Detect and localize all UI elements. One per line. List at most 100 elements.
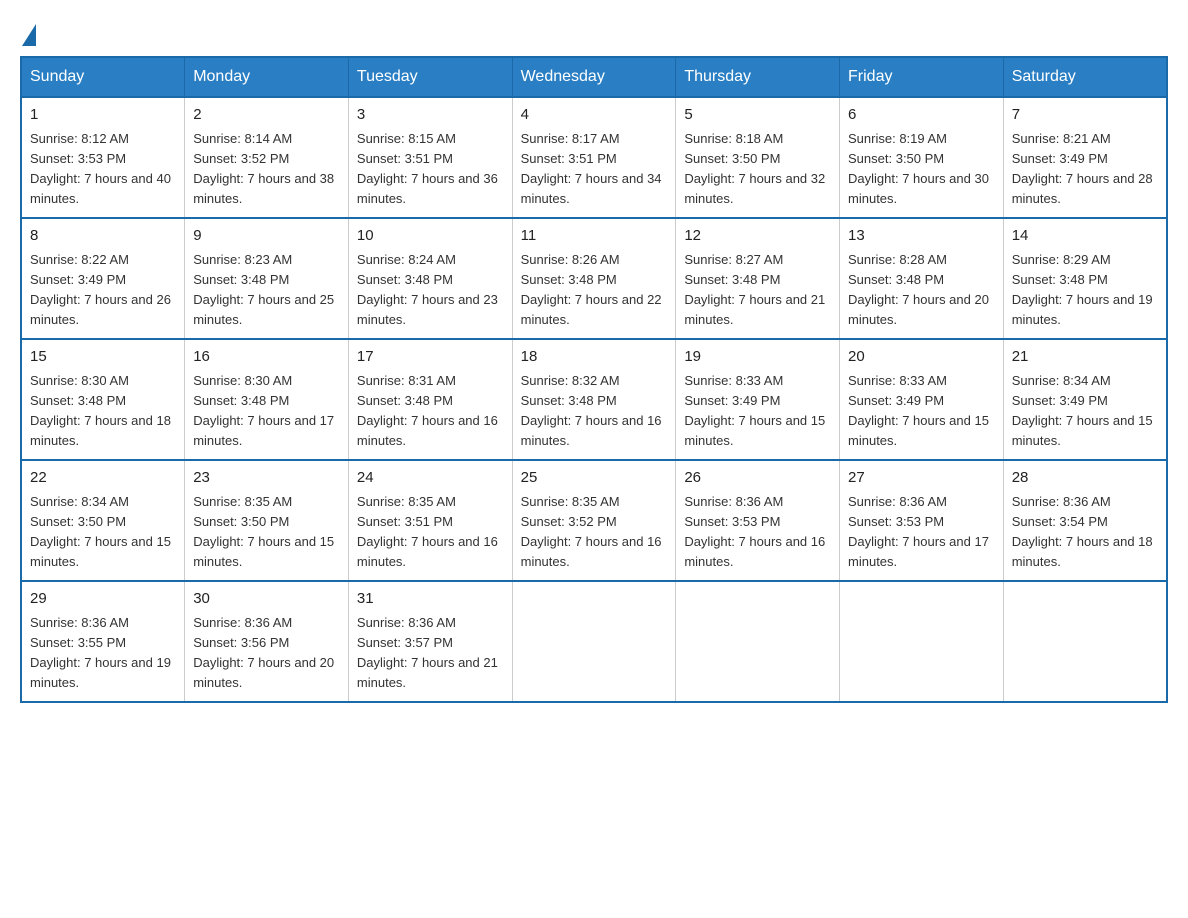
- calendar-day-cell: 14 Sunrise: 8:29 AMSunset: 3:48 PMDayligh…: [1003, 218, 1167, 339]
- day-info: Sunrise: 8:18 AMSunset: 3:50 PMDaylight:…: [684, 131, 825, 206]
- day-info: Sunrise: 8:34 AMSunset: 3:49 PMDaylight:…: [1012, 373, 1153, 448]
- weekday-header-saturday: Saturday: [1003, 57, 1167, 97]
- calendar-day-cell: 1 Sunrise: 8:12 AMSunset: 3:53 PMDaylight…: [21, 97, 185, 218]
- day-info: Sunrise: 8:31 AMSunset: 3:48 PMDaylight:…: [357, 373, 498, 448]
- day-number: 17: [357, 346, 504, 369]
- day-number: 9: [193, 225, 340, 248]
- calendar-day-cell: 10 Sunrise: 8:24 AMSunset: 3:48 PMDayligh…: [348, 218, 512, 339]
- calendar-day-cell: 18 Sunrise: 8:32 AMSunset: 3:48 PMDayligh…: [512, 339, 676, 460]
- day-number: 18: [521, 346, 668, 369]
- page-header: [20, 20, 1168, 46]
- day-info: Sunrise: 8:15 AMSunset: 3:51 PMDaylight:…: [357, 131, 498, 206]
- day-number: 14: [1012, 225, 1158, 248]
- calendar-day-cell: 20 Sunrise: 8:33 AMSunset: 3:49 PMDayligh…: [840, 339, 1004, 460]
- day-number: 24: [357, 467, 504, 490]
- day-number: 16: [193, 346, 340, 369]
- day-number: 3: [357, 104, 504, 127]
- calendar-day-cell: 9Sunrise: 8:23 AMSunset: 3:48 PMDaylight…: [185, 218, 349, 339]
- calendar-day-cell: 5 Sunrise: 8:18 AMSunset: 3:50 PMDaylight…: [676, 97, 840, 218]
- day-number: 21: [1012, 346, 1158, 369]
- day-info: Sunrise: 8:35 AMSunset: 3:52 PMDaylight:…: [521, 494, 662, 569]
- calendar-day-cell: 29 Sunrise: 8:36 AMSunset: 3:55 PMDayligh…: [21, 581, 185, 702]
- day-info: Sunrise: 8:27 AMSunset: 3:48 PMDaylight:…: [684, 252, 825, 327]
- day-info: Sunrise: 8:26 AMSunset: 3:48 PMDaylight:…: [521, 252, 662, 327]
- calendar-day-cell: 2 Sunrise: 8:14 AMSunset: 3:52 PMDaylight…: [185, 97, 349, 218]
- calendar-day-cell: 11 Sunrise: 8:26 AMSunset: 3:48 PMDayligh…: [512, 218, 676, 339]
- calendar-day-cell: [676, 581, 840, 702]
- day-info: Sunrise: 8:28 AMSunset: 3:48 PMDaylight:…: [848, 252, 989, 327]
- calendar-day-cell: 13 Sunrise: 8:28 AMSunset: 3:48 PMDayligh…: [840, 218, 1004, 339]
- calendar-day-cell: 3 Sunrise: 8:15 AMSunset: 3:51 PMDaylight…: [348, 97, 512, 218]
- day-number: 13: [848, 225, 995, 248]
- day-info: Sunrise: 8:19 AMSunset: 3:50 PMDaylight:…: [848, 131, 989, 206]
- day-info: Sunrise: 8:30 AMSunset: 3:48 PMDaylight:…: [193, 373, 334, 448]
- day-info: Sunrise: 8:36 AMSunset: 3:56 PMDaylight:…: [193, 615, 334, 690]
- weekday-header-sunday: Sunday: [21, 57, 185, 97]
- day-info: Sunrise: 8:36 AMSunset: 3:53 PMDaylight:…: [684, 494, 825, 569]
- day-number: 4: [521, 104, 668, 127]
- day-number: 26: [684, 467, 831, 490]
- day-number: 29: [30, 588, 176, 611]
- calendar-day-cell: 4 Sunrise: 8:17 AMSunset: 3:51 PMDaylight…: [512, 97, 676, 218]
- day-info: Sunrise: 8:36 AMSunset: 3:57 PMDaylight:…: [357, 615, 498, 690]
- day-info: Sunrise: 8:33 AMSunset: 3:49 PMDaylight:…: [684, 373, 825, 448]
- day-info: Sunrise: 8:12 AMSunset: 3:53 PMDaylight:…: [30, 131, 171, 206]
- day-info: Sunrise: 8:24 AMSunset: 3:48 PMDaylight:…: [357, 252, 498, 327]
- day-info: Sunrise: 8:17 AMSunset: 3:51 PMDaylight:…: [521, 131, 662, 206]
- calendar-day-cell: 17 Sunrise: 8:31 AMSunset: 3:48 PMDayligh…: [348, 339, 512, 460]
- day-number: 15: [30, 346, 176, 369]
- day-info: Sunrise: 8:14 AMSunset: 3:52 PMDaylight:…: [193, 131, 334, 206]
- day-info: Sunrise: 8:36 AMSunset: 3:55 PMDaylight:…: [30, 615, 171, 690]
- day-info: Sunrise: 8:33 AMSunset: 3:49 PMDaylight:…: [848, 373, 989, 448]
- day-info: Sunrise: 8:30 AMSunset: 3:48 PMDaylight:…: [30, 373, 171, 448]
- calendar-day-cell: 22Sunrise: 8:34 AMSunset: 3:50 PMDayligh…: [21, 460, 185, 581]
- calendar-day-cell: 8 Sunrise: 8:22 AMSunset: 3:49 PMDaylight…: [21, 218, 185, 339]
- calendar-table: SundayMondayTuesdayWednesdayThursdayFrid…: [20, 56, 1168, 703]
- weekday-header-tuesday: Tuesday: [348, 57, 512, 97]
- calendar-day-cell: 28Sunrise: 8:36 AMSunset: 3:54 PMDayligh…: [1003, 460, 1167, 581]
- calendar-day-cell: 21 Sunrise: 8:34 AMSunset: 3:49 PMDayligh…: [1003, 339, 1167, 460]
- calendar-day-cell: 26 Sunrise: 8:36 AMSunset: 3:53 PMDayligh…: [676, 460, 840, 581]
- day-info: Sunrise: 8:29 AMSunset: 3:48 PMDaylight:…: [1012, 252, 1153, 327]
- day-number: 22: [30, 467, 176, 490]
- calendar-day-cell: [512, 581, 676, 702]
- day-info: Sunrise: 8:22 AMSunset: 3:49 PMDaylight:…: [30, 252, 171, 327]
- day-number: 8: [30, 225, 176, 248]
- calendar-day-cell: 19 Sunrise: 8:33 AMSunset: 3:49 PMDayligh…: [676, 339, 840, 460]
- day-number: 27: [848, 467, 995, 490]
- calendar-week-row: 29 Sunrise: 8:36 AMSunset: 3:55 PMDayligh…: [21, 581, 1167, 702]
- calendar-day-cell: 24 Sunrise: 8:35 AMSunset: 3:51 PMDayligh…: [348, 460, 512, 581]
- day-number: 5: [684, 104, 831, 127]
- weekday-header-thursday: Thursday: [676, 57, 840, 97]
- calendar-day-cell: 31Sunrise: 8:36 AMSunset: 3:57 PMDayligh…: [348, 581, 512, 702]
- day-number: 30: [193, 588, 340, 611]
- day-info: Sunrise: 8:32 AMSunset: 3:48 PMDaylight:…: [521, 373, 662, 448]
- calendar-day-cell: 6Sunrise: 8:19 AMSunset: 3:50 PMDaylight…: [840, 97, 1004, 218]
- day-number: 10: [357, 225, 504, 248]
- calendar-day-cell: 30 Sunrise: 8:36 AMSunset: 3:56 PMDayligh…: [185, 581, 349, 702]
- calendar-day-cell: 16 Sunrise: 8:30 AMSunset: 3:48 PMDayligh…: [185, 339, 349, 460]
- calendar-day-cell: [840, 581, 1004, 702]
- day-number: 20: [848, 346, 995, 369]
- calendar-week-row: 8 Sunrise: 8:22 AMSunset: 3:49 PMDaylight…: [21, 218, 1167, 339]
- calendar-week-row: 1 Sunrise: 8:12 AMSunset: 3:53 PMDaylight…: [21, 97, 1167, 218]
- day-number: 11: [521, 225, 668, 248]
- day-number: 12: [684, 225, 831, 248]
- calendar-day-cell: 7Sunrise: 8:21 AMSunset: 3:49 PMDaylight…: [1003, 97, 1167, 218]
- calendar-day-cell: [1003, 581, 1167, 702]
- day-number: 1: [30, 104, 176, 127]
- weekday-header-friday: Friday: [840, 57, 1004, 97]
- calendar-week-row: 15 Sunrise: 8:30 AMSunset: 3:48 PMDayligh…: [21, 339, 1167, 460]
- day-number: 25: [521, 467, 668, 490]
- calendar-day-cell: 27 Sunrise: 8:36 AMSunset: 3:53 PMDayligh…: [840, 460, 1004, 581]
- day-number: 19: [684, 346, 831, 369]
- day-info: Sunrise: 8:35 AMSunset: 3:51 PMDaylight:…: [357, 494, 498, 569]
- day-number: 2: [193, 104, 340, 127]
- weekday-header-monday: Monday: [185, 57, 349, 97]
- weekday-header-wednesday: Wednesday: [512, 57, 676, 97]
- day-number: 28: [1012, 467, 1158, 490]
- day-info: Sunrise: 8:36 AMSunset: 3:53 PMDaylight:…: [848, 494, 989, 569]
- calendar-day-cell: 12 Sunrise: 8:27 AMSunset: 3:48 PMDayligh…: [676, 218, 840, 339]
- day-info: Sunrise: 8:35 AMSunset: 3:50 PMDaylight:…: [193, 494, 334, 569]
- calendar-day-cell: 25 Sunrise: 8:35 AMSunset: 3:52 PMDayligh…: [512, 460, 676, 581]
